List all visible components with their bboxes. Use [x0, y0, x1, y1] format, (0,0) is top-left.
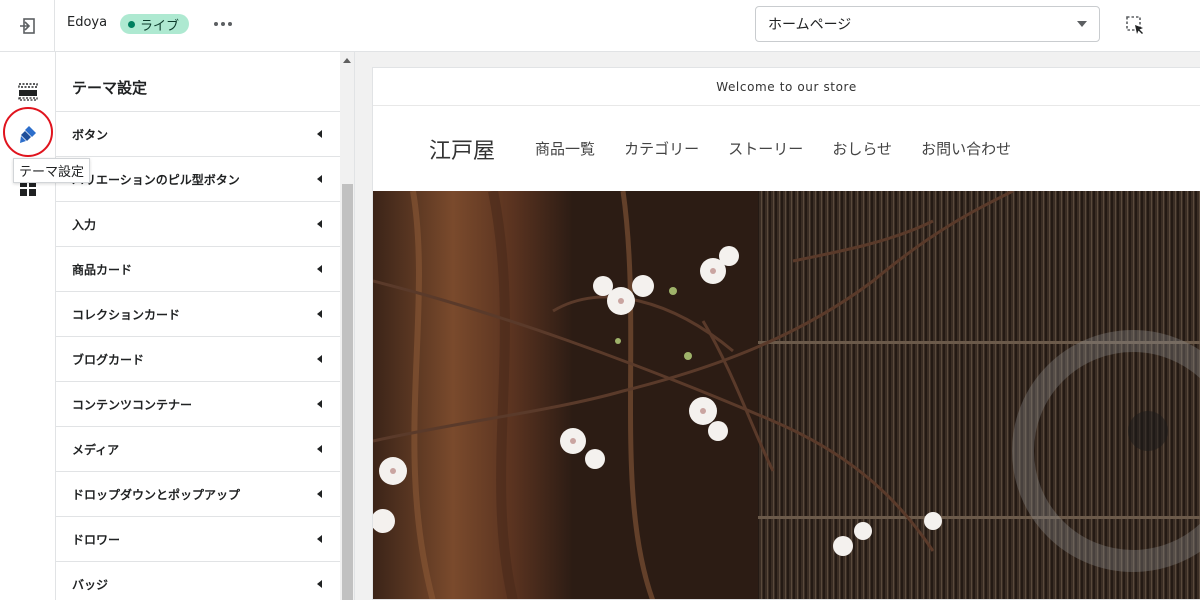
settings-item-label: コンテンツコンテナー [72, 397, 193, 412]
exit-button[interactable] [0, 0, 55, 52]
paintbrush-icon [20, 126, 36, 143]
page-selector-value: ホームページ [768, 17, 852, 33]
settings-item-badges[interactable]: バッジ [56, 562, 340, 600]
chevron-left-icon [317, 175, 322, 183]
settings-item-label: バリエーションのピル型ボタン [72, 172, 240, 187]
main-nav: 商品一覧 カテゴリー ストーリー おしらせ お問い合わせ [535, 138, 1035, 159]
page-selector[interactable]: ホームページ [755, 6, 1100, 42]
chevron-left-icon [317, 310, 322, 318]
panel-title: テーマ設定 [56, 52, 340, 112]
settings-item-variant-pills[interactable]: バリエーションのピル型ボタン [56, 157, 340, 202]
store-header: 江戸屋 商品一覧 カテゴリー ストーリー おしらせ お問い合わせ [373, 106, 1200, 191]
scrollbar-thumb[interactable] [342, 184, 353, 600]
settings-item-label: ボタン [72, 127, 109, 142]
settings-item-blog-cards[interactable]: ブログカード [56, 337, 340, 382]
panel-scrollbar[interactable] [340, 52, 355, 600]
nav-link-products[interactable]: 商品一覧 [535, 140, 595, 158]
settings-item-label: バッジ [72, 577, 109, 592]
nav-link-news[interactable]: おしらせ [832, 140, 892, 158]
settings-item-collection-cards[interactable]: コレクションカード [56, 292, 340, 337]
nav-link-story[interactable]: ストーリー [728, 140, 803, 158]
editor-rail [0, 52, 56, 600]
scroll-up-arrow-icon[interactable] [343, 58, 351, 63]
sections-button[interactable] [10, 74, 46, 110]
settings-item-media[interactable]: メディア [56, 427, 340, 472]
chevron-left-icon [317, 490, 322, 498]
more-actions-button[interactable] [210, 14, 236, 34]
dot-icon [214, 22, 218, 26]
dot-icon [221, 22, 225, 26]
chevron-left-icon [317, 265, 322, 273]
top-bar: Edoya ライブ ホームページ [0, 0, 1200, 52]
settings-item-drawers[interactable]: ドロワー [56, 517, 340, 562]
theme-settings-button[interactable] [10, 116, 46, 152]
store-name: Edoya [67, 15, 108, 30]
settings-item-product-cards[interactable]: 商品カード [56, 247, 340, 292]
chevron-left-icon [317, 400, 322, 408]
settings-item-content-containers[interactable]: コンテンツコンテナー [56, 382, 340, 427]
settings-item-label: ドロワー [72, 532, 121, 547]
hero-image [373, 191, 1200, 599]
chevron-left-icon [317, 580, 322, 588]
storefront-preview: Welcome to our store 江戸屋 商品一覧 カテゴリー ストーリ… [372, 67, 1200, 600]
theme-settings-tooltip: テーマ設定 [13, 158, 91, 183]
settings-item-dropdowns-popups[interactable]: ドロップダウンとポップアップ [56, 472, 340, 517]
status-dot-icon [128, 20, 135, 28]
announcement-bar: Welcome to our store [373, 68, 1200, 106]
status-badge-label: ライブ [140, 18, 180, 34]
settings-item-label: 入力 [72, 217, 97, 232]
store-logo[interactable]: 江戸屋 [429, 133, 495, 165]
select-cursor-icon [1126, 16, 1143, 34]
settings-item-label: メディア [72, 442, 120, 457]
inspector-button[interactable] [1120, 10, 1150, 40]
nav-link-contact[interactable]: お問い合わせ [921, 140, 1011, 158]
chevron-left-icon [317, 130, 322, 138]
nav-link-categories[interactable]: カテゴリー [624, 140, 699, 158]
dot-icon [228, 22, 232, 26]
chevron-down-icon [1077, 21, 1087, 27]
hero-artwork [373, 191, 1200, 599]
settings-item-label: コレクションカード [72, 307, 181, 322]
exit-icon [20, 18, 35, 34]
sections-icon [18, 83, 38, 101]
settings-item-buttons[interactable]: ボタン [56, 112, 340, 157]
settings-item-inputs[interactable]: 入力 [56, 202, 340, 247]
chevron-left-icon [317, 445, 322, 453]
chevron-left-icon [317, 220, 322, 228]
status-badge: ライブ [120, 14, 190, 34]
settings-item-label: ドロップダウンとポップアップ [72, 487, 241, 502]
settings-item-label: 商品カード [72, 262, 133, 277]
theme-settings-panel: テーマ設定 ボタン バリエーションのピル型ボタン 入力 商品カード コレクション… [56, 52, 340, 600]
chevron-left-icon [317, 535, 322, 543]
settings-item-label: ブログカード [72, 352, 145, 367]
chevron-left-icon [317, 355, 322, 363]
